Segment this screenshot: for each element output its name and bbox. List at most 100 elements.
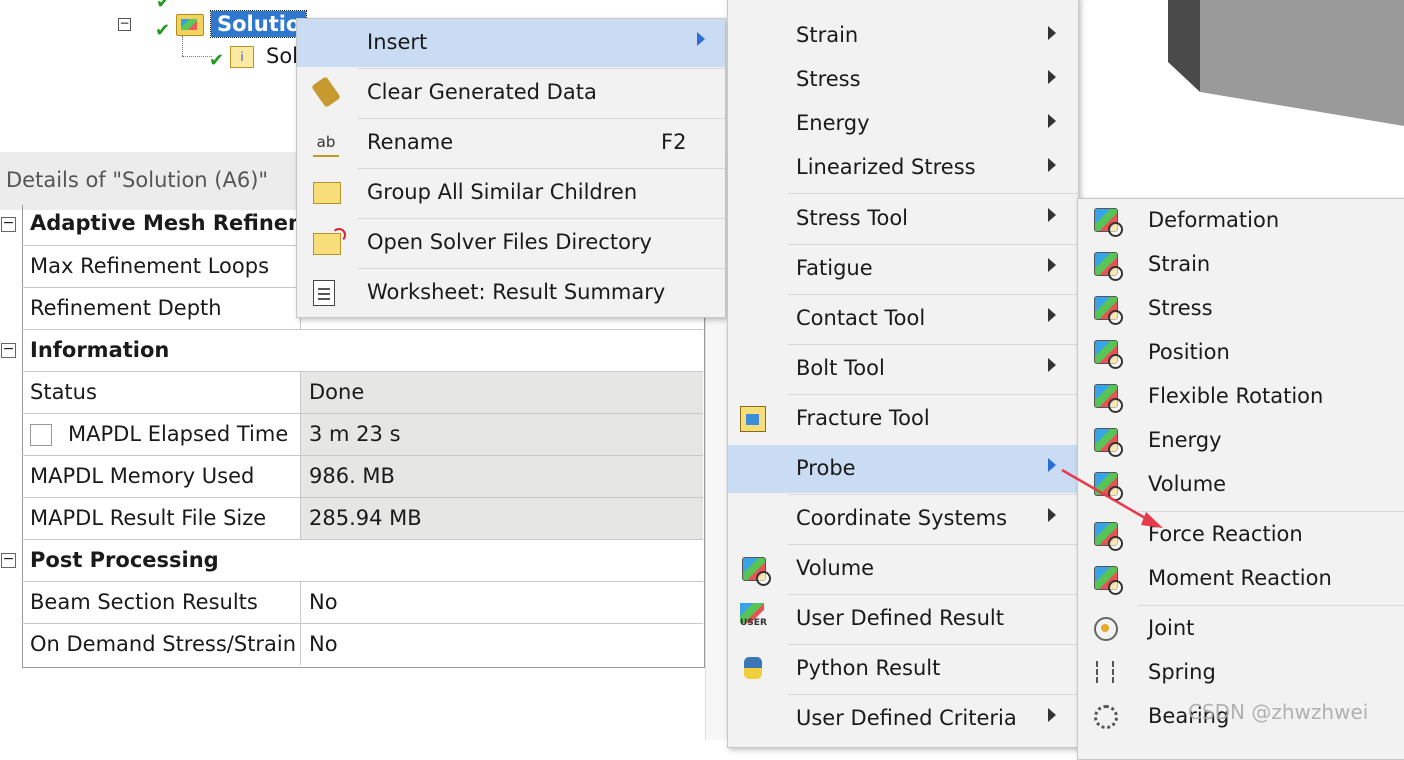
menu-item-energy[interactable]: Energy	[728, 103, 1078, 147]
section-post-processing[interactable]: Post Processing	[22, 539, 703, 581]
probe-result-icon	[1094, 384, 1123, 413]
section-label: Information	[30, 338, 170, 362]
menu-item-label: Spring	[1148, 660, 1216, 684]
menu-item-strain[interactable]: Strain	[728, 15, 1078, 59]
row-label: Beam Section Results	[30, 590, 258, 614]
menu-item-label: User Defined Criteria	[796, 706, 1017, 730]
menu-item-label: Insert	[367, 30, 428, 54]
menu-item-rename[interactable]: ab Rename F2	[297, 119, 725, 167]
menu-item-fatigue[interactable]: Fatigue	[728, 245, 1078, 293]
menu-item-label: Strain	[1148, 252, 1211, 276]
probe-item-moment-reaction[interactable]: Moment Reaction	[1078, 557, 1404, 601]
folder-icon	[313, 182, 341, 204]
menu-item-label: Fracture Tool	[796, 406, 930, 430]
detail-row[interactable]: On Demand Stress/Strain No	[22, 623, 703, 665]
menu-item-label: Bolt Tool	[796, 356, 885, 380]
tree-node-label: Solutio	[217, 12, 301, 36]
menu-item-label: Flexible Rotation	[1148, 384, 1324, 408]
row-label: Max Refinement Loops	[30, 254, 270, 278]
detail-row[interactable]: Beam Section Results No	[22, 581, 703, 623]
menu-item-stress-tool[interactable]: Stress Tool	[728, 195, 1078, 243]
menu-item-insert[interactable]: Insert	[297, 19, 725, 67]
value-text: No	[309, 632, 338, 656]
menu-item-label: Moment Reaction	[1148, 566, 1332, 590]
submenu-arrow-icon	[1048, 308, 1056, 322]
value-text: Done	[309, 380, 365, 404]
menu-item-label: Energy	[1148, 428, 1222, 452]
menu-item-label: Stress	[1148, 296, 1213, 320]
menu-item-label: Joint	[1148, 616, 1195, 640]
menu-item-fracture-tool[interactable]: Fracture Tool	[728, 395, 1078, 443]
value-text: 285.94 MB	[309, 506, 422, 530]
detail-row[interactable]: MAPDL Result File Size 285.94 MB	[22, 497, 703, 539]
probe-item-stress[interactable]: Stress	[1078, 287, 1404, 331]
section-information[interactable]: Information	[22, 329, 703, 371]
menu-item-python-result[interactable]: Python Result	[728, 645, 1078, 693]
probe-item-flexible-rotation[interactable]: Flexible Rotation	[1078, 375, 1404, 419]
probe-result-icon	[1094, 472, 1123, 501]
menu-item-label: Strain	[796, 23, 859, 47]
menu-item-worksheet-result-summary[interactable]: Worksheet: Result Summary	[297, 269, 725, 317]
probe-item-strain[interactable]: Strain	[1078, 243, 1404, 287]
menu-item-clear-generated-data[interactable]: Clear Generated Data	[297, 69, 725, 117]
probe-item-deformation[interactable]: Deformation	[1078, 199, 1404, 243]
menu-separator	[1138, 511, 1404, 512]
menu-item-user-defined-criteria[interactable]: User Defined Criteria	[728, 695, 1078, 743]
menu-item-contact-tool[interactable]: Contact Tool	[728, 295, 1078, 343]
check-icon: ✔	[156, 0, 172, 13]
tree-node-solution[interactable]: Solutio	[209, 10, 308, 38]
probe-result-icon	[1094, 296, 1123, 325]
row-label: MAPDL Memory Used	[30, 464, 255, 488]
menu-separator	[788, 193, 1078, 194]
menu-item-label: Contact Tool	[796, 306, 926, 330]
probe-item-energy[interactable]: Energy	[1078, 419, 1404, 463]
menu-item-user-defined-result[interactable]: USER User Defined Result	[728, 595, 1078, 643]
menu-item-bolt-tool[interactable]: Bolt Tool	[728, 345, 1078, 393]
menu-item-group-all-similar-children[interactable]: Group All Similar Children	[297, 169, 725, 217]
section-collapse-icon[interactable]: −	[1, 216, 16, 232]
row-value: 3 m 23 s	[300, 414, 703, 455]
submenu-arrow-icon	[1048, 208, 1056, 222]
menu-item-stress[interactable]: Stress	[728, 59, 1078, 103]
check-icon: ✔	[155, 20, 171, 41]
row-label: MAPDL Result File Size	[30, 506, 267, 530]
probe-item-volume[interactable]: Volume	[1078, 463, 1404, 507]
submenu-arrow-icon	[1048, 158, 1056, 172]
detail-row[interactable]: Status Done	[22, 371, 703, 413]
tree-node-solution-information[interactable]: Sol	[266, 44, 298, 68]
probe-result-icon	[1094, 252, 1123, 281]
row-label: Status	[30, 380, 97, 404]
probe-item-spring[interactable]: Spring	[1078, 651, 1404, 695]
row-value[interactable]: No	[300, 624, 703, 665]
menu-item-label: Force Reaction	[1148, 522, 1303, 546]
collapse-icon[interactable]: −	[118, 17, 131, 31]
volume-result-icon	[742, 557, 771, 586]
section-collapse-icon[interactable]: −	[1, 552, 16, 568]
submenu-arrow-icon	[1048, 114, 1056, 128]
menu-item-volume[interactable]: Volume	[728, 545, 1078, 593]
detail-row[interactable]: MAPDL Memory Used 986. MB	[22, 455, 703, 497]
value-text: No	[309, 590, 338, 614]
menu-item-coordinate-systems[interactable]: Coordinate Systems	[728, 495, 1078, 543]
watermark: CSDN @zhwzhwei	[1188, 700, 1369, 724]
parameter-checkbox[interactable]	[30, 424, 52, 446]
submenu-arrow-icon	[1048, 358, 1056, 372]
menu-item-label: Coordinate Systems	[796, 506, 1008, 530]
value-text: 986. MB	[309, 464, 395, 488]
submenu-arrow-icon	[1048, 26, 1056, 40]
probe-item-force-reaction[interactable]: Force Reaction	[1078, 513, 1404, 557]
row-value[interactable]: No	[300, 582, 703, 623]
submenu-arrow-icon	[1048, 70, 1056, 84]
section-label: Post Processing	[30, 548, 219, 572]
row-label: Refinement Depth	[30, 296, 222, 320]
menu-item-label: User Defined Result	[796, 606, 1004, 630]
menu-item-open-solver-files-directory[interactable]: Open Solver Files Directory	[297, 219, 725, 267]
value-text: 3 m 23 s	[309, 422, 401, 446]
menu-item-linearized-stress[interactable]: Linearized Stress	[728, 147, 1078, 191]
probe-item-position[interactable]: Position	[1078, 331, 1404, 375]
section-collapse-icon[interactable]: −	[1, 342, 16, 358]
menu-item-probe[interactable]: Probe	[728, 445, 1078, 493]
probe-item-joint[interactable]: Joint	[1078, 607, 1404, 651]
probe-submenu: Deformation Strain Stress Position Flexi…	[1077, 198, 1404, 760]
detail-row[interactable]: MAPDL Elapsed Time 3 m 23 s	[22, 413, 703, 455]
